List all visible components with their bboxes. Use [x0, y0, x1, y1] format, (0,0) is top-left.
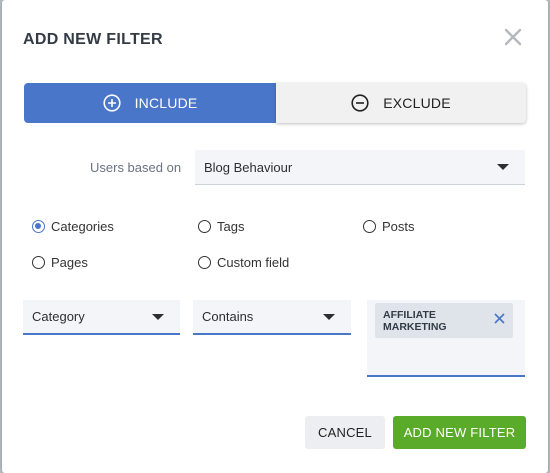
radio-unchecked-icon: [363, 220, 376, 233]
remove-icon[interactable]: [494, 313, 505, 324]
radio-unchecked-icon: [198, 256, 211, 269]
radio-tags[interactable]: Tags: [198, 219, 244, 234]
radio-label: Custom field: [217, 255, 290, 270]
users-based-on-select[interactable]: Blog Behaviour: [195, 150, 525, 185]
include-toggle-button[interactable]: INCLUDE: [24, 83, 276, 123]
operator-select[interactable]: Contains: [193, 300, 351, 335]
radio-label: Posts: [382, 219, 415, 234]
caret-down-icon: [323, 313, 335, 320]
radio-categories[interactable]: Categories: [32, 219, 114, 234]
exclude-toggle-button[interactable]: EXCLUDE: [276, 83, 526, 123]
radio-label: Tags: [217, 219, 245, 234]
caret-down-icon: [152, 313, 164, 320]
radio-label: Pages: [51, 255, 88, 270]
plus-circle-icon: [102, 94, 121, 112]
radio-unchecked-icon: [198, 220, 211, 233]
radio-checked-icon: [32, 220, 45, 233]
operator-value: Contains: [202, 309, 254, 324]
radio-custom-field[interactable]: Custom field: [198, 255, 289, 270]
users-based-on-value: Blog Behaviour: [204, 159, 293, 175]
radio-pages[interactable]: Pages: [32, 255, 88, 270]
radio-label: Categories: [51, 219, 114, 234]
radio-unchecked-icon: [32, 256, 45, 269]
close-icon[interactable]: [502, 26, 524, 48]
cancel-button[interactable]: CANCEL: [305, 416, 385, 449]
caret-down-icon: [497, 164, 509, 170]
exclude-label: EXCLUDE: [383, 95, 451, 111]
users-based-on-label: Users based on: [90, 160, 182, 175]
add-filter-dialog: ADD NEW FILTER INCLUDE EXCLUDE Users bas…: [2, 0, 548, 473]
include-label: INCLUDE: [134, 95, 198, 111]
dialog-title: ADD NEW FILTER: [23, 31, 163, 48]
radio-posts[interactable]: Posts: [363, 219, 415, 234]
minus-circle-icon: [351, 94, 369, 112]
value-chip: AFFILIATE MARKETING: [375, 303, 513, 338]
add-new-filter-button[interactable]: ADD NEW FILTER: [393, 416, 526, 449]
value-tag-input[interactable]: AFFILIATE MARKETING: [367, 300, 525, 377]
chip-label: AFFILIATE MARKETING: [383, 309, 447, 333]
field-select[interactable]: Category: [23, 300, 180, 335]
field-value: Category: [32, 309, 85, 324]
